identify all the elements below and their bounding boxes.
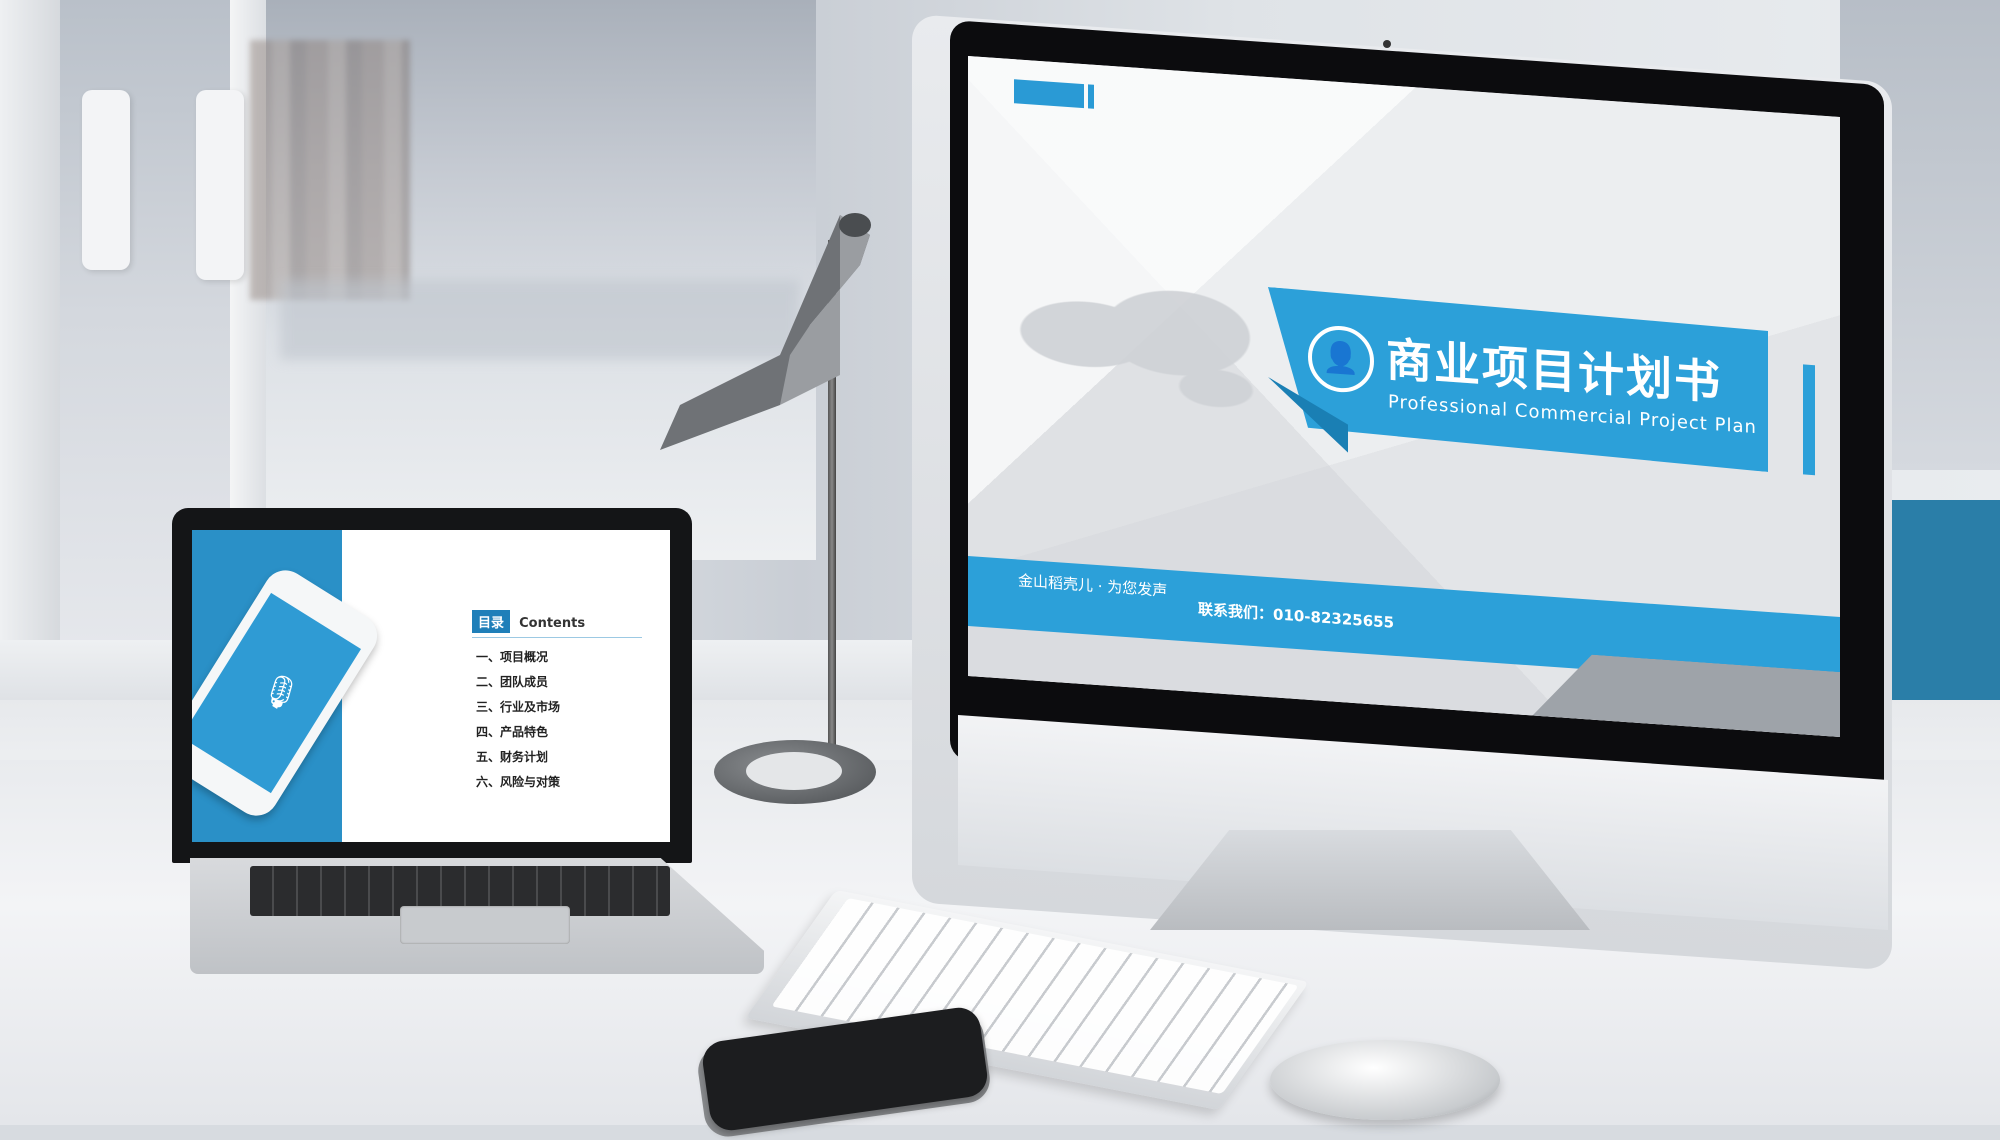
camera-icon xyxy=(1383,40,1391,48)
top-accent-bar xyxy=(1014,79,1084,109)
top-accent-bar-small xyxy=(1088,84,1094,109)
contents-item: 六、风险与对策 xyxy=(476,775,561,789)
wireless-mouse xyxy=(1270,1040,1500,1120)
window-handle xyxy=(196,90,244,280)
contents-badge: 目录 xyxy=(472,610,511,633)
imac-screen: 👤 商业项目计划书 Professional Commercial Projec… xyxy=(968,56,1840,737)
laptop-trackpad xyxy=(400,906,570,944)
contents-item: 五、财务计划 xyxy=(476,750,549,764)
contents-item: 一、项目概况 xyxy=(476,650,549,664)
lamp-shade xyxy=(660,213,871,450)
laptop-screen: 🎙 目录 Contents 一、项目概况 二、团队成员 三、行业及市场 四、产品… xyxy=(192,530,670,842)
right-accent-band xyxy=(1803,364,1815,476)
contents-item: 三、行业及市场 xyxy=(476,700,561,714)
contents-item: 四、产品特色 xyxy=(476,725,549,739)
world-map-graphic xyxy=(1008,268,1268,437)
contents-title: Contents xyxy=(519,616,586,631)
contents-item: 二、团队成员 xyxy=(476,675,549,689)
laptop-contents-list: 目录 Contents 一、项目概况 二、团队成员 三、行业及市场 四、产品特色… xyxy=(472,610,652,790)
contents-divider xyxy=(472,637,642,638)
blurred-books xyxy=(250,40,410,300)
microphone-icon: 🎙 xyxy=(253,664,308,719)
lamp-base-hole xyxy=(746,752,842,790)
window-handle xyxy=(82,90,130,270)
